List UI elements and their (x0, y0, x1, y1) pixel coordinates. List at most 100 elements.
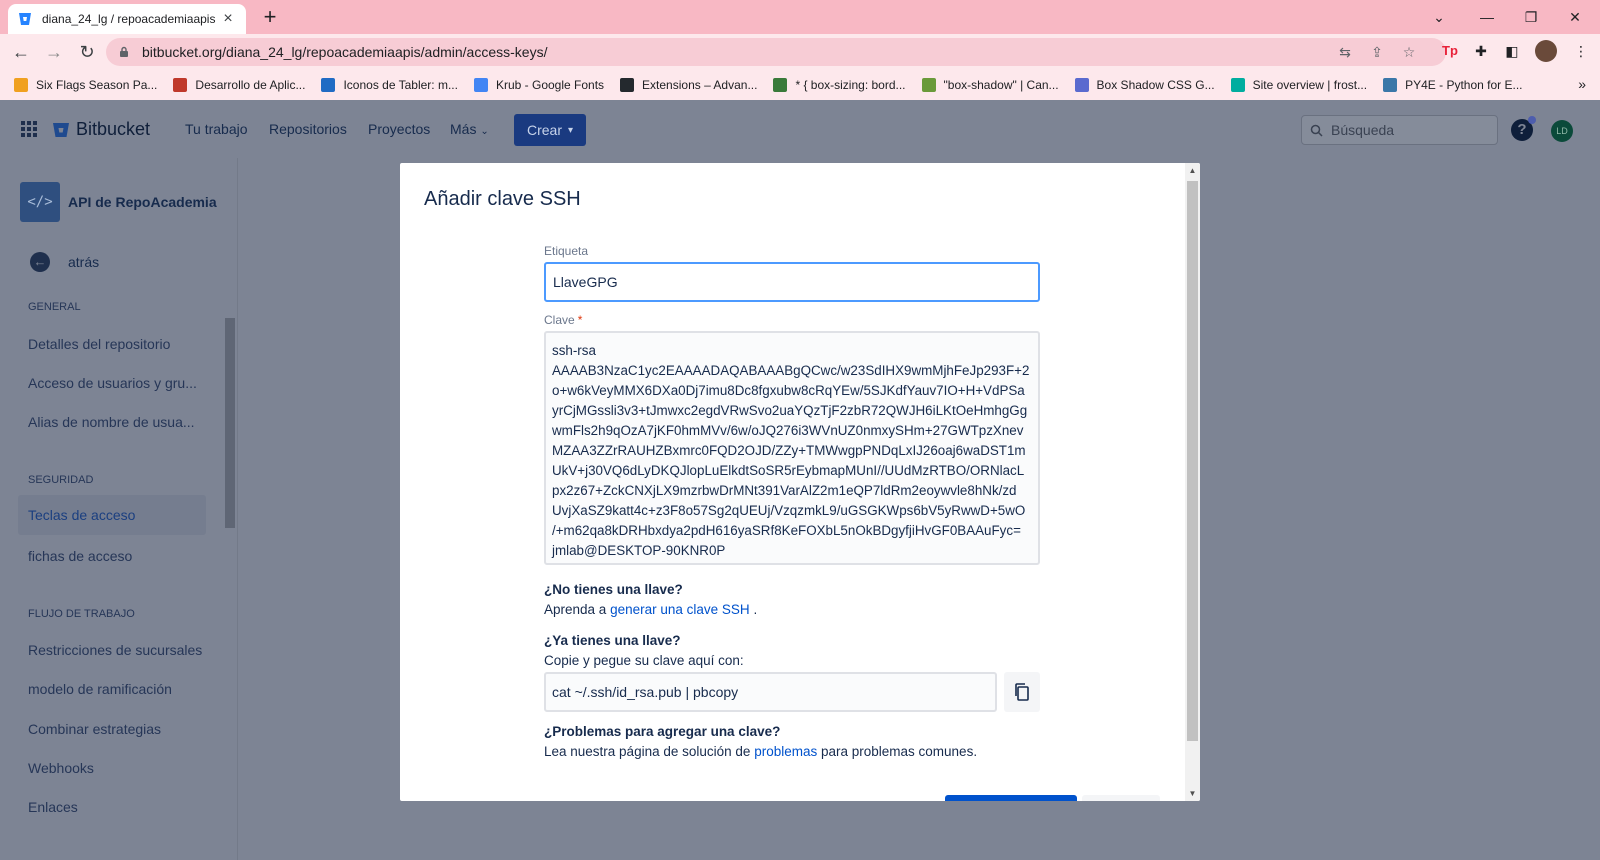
dialog-scrollbar-thumb[interactable] (1187, 181, 1198, 741)
address-bar[interactable]: bitbucket.org/diana_24_lg/repoacademiaap… (106, 38, 1446, 66)
nav-tu-trabajo[interactable]: Tu trabajo (185, 121, 248, 137)
bookmark-label: * { box-sizing: bord... (795, 78, 906, 92)
bookmark-label: Box Shadow CSS G... (1096, 78, 1215, 92)
nav-proyectos[interactable]: Proyectos (368, 121, 430, 137)
scroll-down-icon[interactable]: ▼ (1187, 789, 1198, 799)
bookmark-label: PY4E - Python for E... (1405, 78, 1523, 92)
bitbucket-logo-icon (53, 122, 69, 137)
nav-mas-label: Más (450, 121, 477, 137)
no-key-text-lead: Aprenda a (544, 602, 607, 617)
bookmarks-overflow-icon[interactable]: » (1578, 76, 1586, 92)
bookmark-item[interactable]: Site overview | frost... (1230, 78, 1367, 92)
restore-icon[interactable]: ❐ (1516, 6, 1546, 28)
repo-header[interactable]: </> API de RepoAcademia (20, 182, 217, 222)
sidebar-item-access-tokens[interactable]: fichas de acceso (28, 548, 132, 564)
back-link[interactable]: ← atrás (30, 252, 99, 272)
bookmark-label: Krub - Google Fonts (495, 78, 605, 92)
extension-tp-icon[interactable]: Tp (1441, 42, 1459, 60)
browser-tab[interactable]: diana_24_lg / repoacademiaapis × (8, 4, 246, 34)
code-icon: </> (20, 182, 60, 222)
key-line: o+w6kVeyMMX6DXa0Dj7imu8Dc8fgxubw8cRqYEw/… (552, 383, 1025, 398)
sidebar-item-access-keys[interactable]: Teclas de acceso (18, 495, 206, 535)
no-key-text-end: . (753, 602, 758, 617)
sidebar-item-webhooks[interactable]: Webhooks (28, 760, 94, 776)
add-key-button[interactable] (945, 795, 1077, 801)
bookmark-item[interactable]: Six Flags Season Pa... (14, 78, 157, 92)
bookmark-favicon-icon (773, 78, 788, 92)
bookmark-favicon-icon (473, 78, 488, 92)
profile-avatar[interactable] (1535, 40, 1557, 62)
bookmark-item[interactable]: Extensions – Advan... (620, 78, 757, 92)
have-key-text: Copie y pegue su clave aquí con: (544, 653, 744, 668)
add-ssh-key-dialog: Añadir clave SSH Etiqueta LlaveGPG Clave… (400, 163, 1200, 801)
bookmark-favicon-icon (173, 78, 188, 92)
window-close-icon[interactable]: ✕ (1560, 6, 1590, 28)
nav-mas[interactable]: Más ⌄ (450, 121, 489, 137)
sidebar-item-links[interactable]: Enlaces (28, 799, 78, 815)
label-input[interactable]: LlaveGPG (544, 262, 1040, 302)
key-field-label: Clave * (544, 313, 582, 327)
sidebar-item-username-aliases[interactable]: Alias de nombre de usua... (28, 414, 195, 430)
chrome-menu-icon[interactable]: ⋮ (1572, 42, 1590, 60)
key-line: /+m62qa8kDRHbxdya2pdH616yaSRf8KeFOXbL5nO… (552, 523, 1021, 538)
bookmark-label: Desarrollo de Aplic... (195, 78, 306, 92)
problems-link[interactable]: problemas (754, 744, 817, 759)
key-field-label-text: Clave (544, 313, 575, 327)
tab-close-icon[interactable]: × (220, 11, 236, 27)
tab-search-icon[interactable]: ⌄ (1424, 6, 1454, 28)
sidebar-item-branching-model[interactable]: modelo de ramificación (28, 681, 172, 697)
no-key-title: ¿No tienes una llave? (544, 582, 683, 597)
copy-command-field[interactable]: cat ~/.ssh/id_rsa.pub | pbcopy (544, 672, 997, 712)
key-line: wmFls2h9qOzA7jKF0hmMVv/6w/oJQ276i3WVnUZ0… (552, 423, 1024, 438)
bookmark-favicon-icon (1230, 78, 1245, 92)
new-tab-icon[interactable]: + (259, 6, 281, 28)
bookmark-star-icon[interactable]: ☆ (1400, 43, 1418, 61)
section-general: GENERAL (28, 301, 81, 313)
sidebar-scrollbar[interactable] (225, 318, 235, 528)
search-icon (1310, 124, 1323, 137)
bookmark-item[interactable]: Desarrollo de Aplic... (173, 78, 305, 92)
share-icon[interactable]: ⇪ (1368, 43, 1386, 61)
key-line: jmlab@DESKTOP-90KNR0P (552, 543, 726, 558)
sidebar-item-branch-restrictions[interactable]: Restricciones de sucursales (28, 642, 202, 658)
bitbucket-header: Bitbucket Tu trabajo Repositorios Proyec… (0, 100, 1600, 158)
bitbucket-logo[interactable]: Bitbucket (52, 119, 150, 140)
bookmark-item[interactable]: Box Shadow CSS G... (1074, 78, 1215, 92)
nav-repositorios[interactable]: Repositorios (269, 121, 347, 137)
browser-tab-strip: diana_24_lg / repoacademiaapis × + ⌄ — ❐… (0, 0, 1600, 34)
bookmarks-bar: Six Flags Season Pa... Desarrollo de Apli… (0, 70, 1600, 100)
scroll-up-icon[interactable]: ▲ (1187, 166, 1198, 176)
search-input[interactable]: Búsqueda (1301, 115, 1498, 145)
sidebar-item-repo-details[interactable]: Detalles del repositorio (28, 336, 170, 352)
tab-title: diana_24_lg / repoacademiaapis (42, 12, 216, 26)
forward-arrow-icon[interactable]: → (43, 41, 65, 63)
app-switcher-icon[interactable] (21, 121, 37, 137)
extensions-puzzle-icon[interactable]: ✚ (1472, 42, 1490, 60)
url-text: bitbucket.org/diana_24_lg/repoacademiaap… (142, 44, 548, 60)
bookmark-item[interactable]: * { box-sizing: bord... (773, 78, 906, 92)
create-button[interactable]: Crear ▾ (514, 114, 586, 146)
translate-icon[interactable]: ⇆ (1336, 43, 1354, 61)
bookmark-favicon-icon (921, 78, 936, 92)
back-label: atrás (68, 254, 100, 270)
back-arrow-icon[interactable]: ← (10, 41, 32, 63)
copy-button[interactable] (1004, 672, 1040, 712)
side-panel-icon[interactable]: ◧ (1503, 42, 1521, 60)
user-avatar[interactable]: LD (1551, 120, 1573, 142)
product-name: Bitbucket (76, 119, 151, 139)
problems-title: ¿Problemas para agregar una clave? (544, 724, 781, 739)
bookmark-item[interactable]: Iconos de Tabler: m... (321, 78, 458, 92)
reload-icon[interactable]: ↻ (76, 41, 98, 63)
cancel-button[interactable] (1082, 795, 1160, 801)
bookmark-item[interactable]: PY4E - Python for E... (1383, 78, 1523, 92)
bitbucket-favicon-icon (18, 12, 32, 26)
sidebar-item-merge-strategies[interactable]: Combinar estrategias (28, 721, 161, 737)
bookmark-item[interactable]: "box-shadow" | Can... (921, 78, 1059, 92)
dialog-title: Añadir clave SSH (424, 188, 581, 210)
generate-ssh-key-link[interactable]: generar una clave SSH (610, 602, 750, 617)
bookmark-item[interactable]: Krub - Google Fonts (473, 78, 605, 92)
key-line: AAAAB3NzaC1yc2EAAAADAQABAAABgQCwc/w23SdI… (552, 363, 1030, 378)
key-textarea[interactable]: ssh-rsa AAAAB3NzaC1yc2EAAAADAQABAAABgQCwc… (544, 331, 1040, 565)
sidebar-item-user-access[interactable]: Acceso de usuarios y gru... (28, 375, 197, 391)
minimize-icon[interactable]: — (1472, 6, 1502, 28)
